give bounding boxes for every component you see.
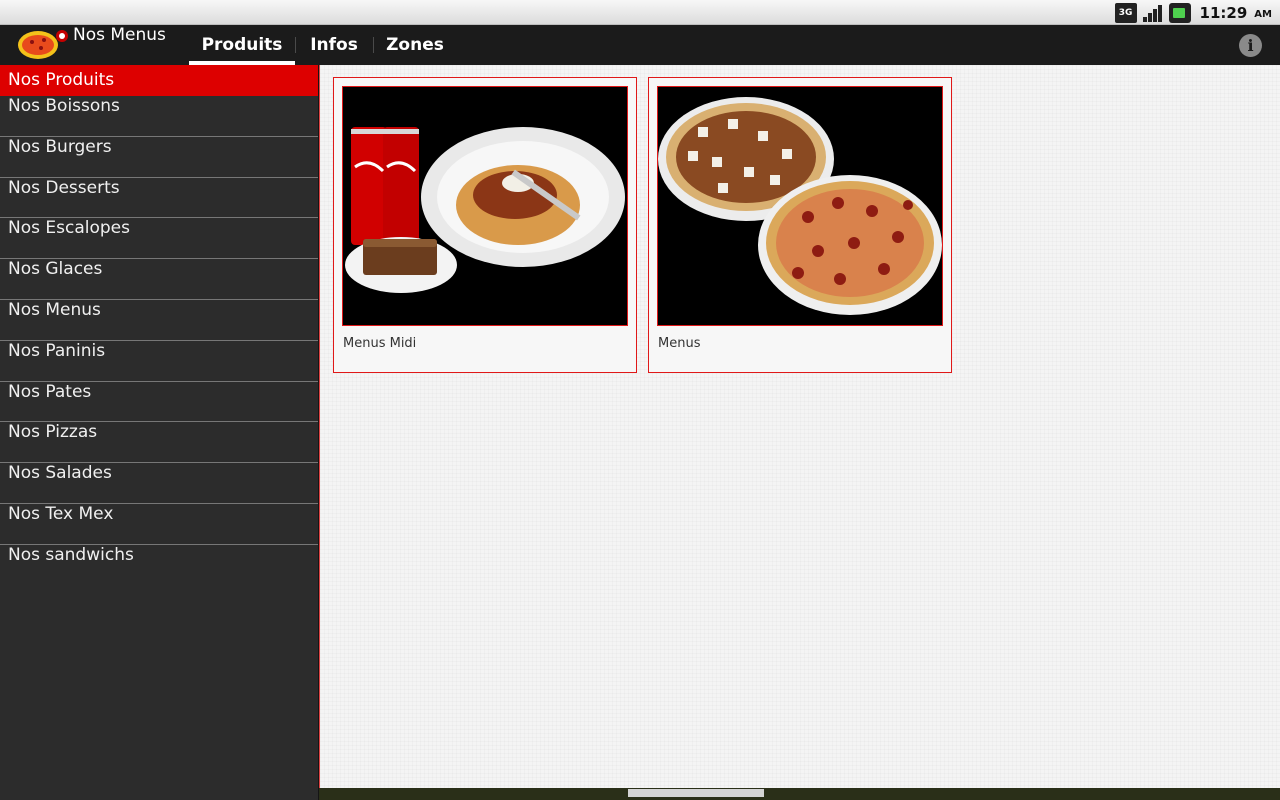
menus-photo (657, 86, 943, 326)
status-bar: 3G 11:29 AM (0, 0, 1280, 25)
clock-ampm: AM (1254, 9, 1272, 20)
menus-midi-photo (342, 86, 628, 326)
product-card-menus[interactable]: Menus (648, 77, 952, 373)
category-sidebar: Nos Produits Nos Boissons Nos Burgers No… (0, 65, 319, 800)
sidebar-item-nos-paninis[interactable]: Nos Paninis (0, 341, 318, 382)
scroll-handle[interactable] (628, 789, 764, 797)
signal-strength-icon (1142, 3, 1164, 23)
sidebar-item-nos-burgers[interactable]: Nos Burgers (0, 137, 318, 178)
sidebar-item-nos-pizzas[interactable]: Nos Pizzas (0, 422, 318, 464)
tab-label: Produits (201, 35, 283, 55)
sidebar-item-nos-glaces[interactable]: Nos Glaces (0, 259, 318, 300)
sidebar-item-nos-pates[interactable]: Nos Pates (0, 382, 318, 423)
battery-icon (1168, 2, 1191, 23)
info-icon[interactable]: i (1239, 34, 1262, 57)
network-3g-icon: 3G (1114, 2, 1137, 23)
sidebar-item-nos-salades[interactable]: Nos Salades (0, 463, 318, 504)
clock-time: 11:29 (1199, 3, 1248, 22)
action-bar: Nos Menus Produits Infos Zones i (0, 25, 1280, 65)
sidebar-item-nos-boissons[interactable]: Nos Boissons (0, 96, 318, 137)
bottom-bar (319, 788, 1280, 800)
card-label: Menus Midi (343, 336, 417, 351)
sidebar-item-nos-desserts[interactable]: Nos Desserts (0, 178, 318, 219)
tab-bar: Produits Infos Zones (189, 25, 457, 65)
sidebar-item-nos-sandwichs[interactable]: Nos sandwichs (0, 545, 318, 586)
tab-label: Zones (386, 35, 444, 55)
tab-produits[interactable]: Produits (189, 25, 295, 65)
tab-infos[interactable]: Infos (295, 25, 373, 65)
sidebar-item-nos-menus[interactable]: Nos Menus (0, 300, 318, 341)
tab-zones[interactable]: Zones (373, 25, 457, 65)
sidebar-item-nos-escalopes[interactable]: Nos Escalopes (0, 218, 318, 260)
tab-label: Infos (310, 35, 358, 55)
sidebar-item-nos-produits[interactable]: Nos Produits (0, 65, 318, 96)
status-icons: 3G 11:29 AM (1114, 2, 1272, 23)
sidebar-item-nos-tex-mex[interactable]: Nos Tex Mex (0, 504, 318, 545)
product-card-menus-midi[interactable]: Menus Midi (333, 77, 637, 373)
card-label: Menus (658, 336, 701, 351)
app-title: Nos Menus (73, 25, 166, 45)
product-grid: Menus Midi Menus (319, 65, 1280, 788)
app-logo-icon[interactable] (16, 27, 70, 61)
